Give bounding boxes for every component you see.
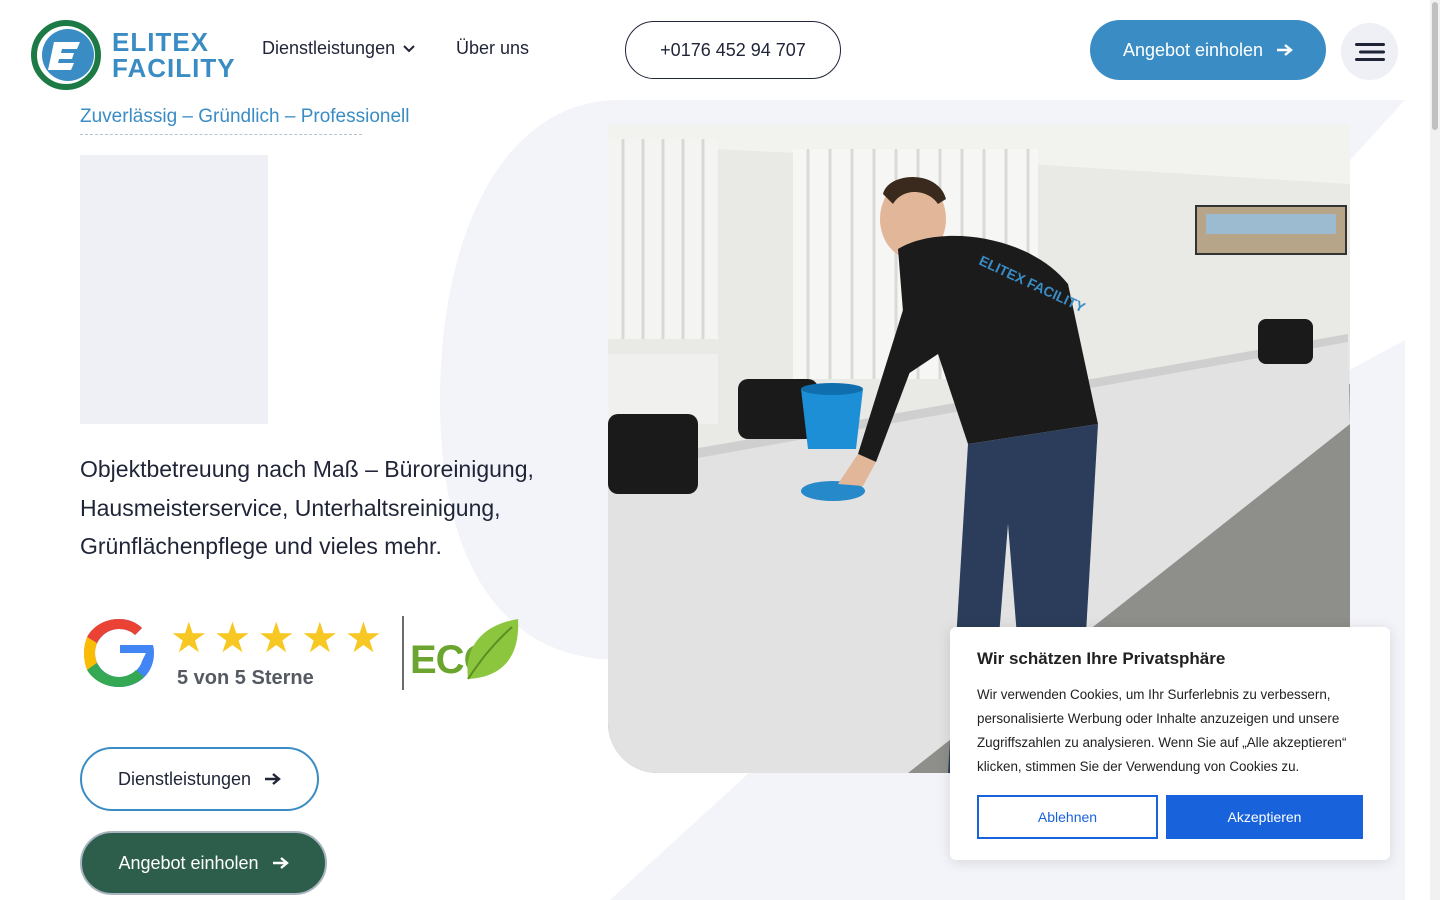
scrollbar-thumb[interactable]: [1432, 2, 1438, 130]
nav-services[interactable]: Dienstleistungen: [262, 38, 415, 59]
tagline-underline: [80, 134, 362, 135]
star-icon: ★: [300, 614, 339, 661]
header-offer-label: Angebot einholen: [1122, 39, 1264, 60]
phone-button[interactable]: +0176 452 94 707: [625, 21, 841, 79]
cookie-accept-button[interactable]: Akzeptieren: [1166, 795, 1363, 839]
arrow-right-icon: [265, 773, 281, 785]
nav-about[interactable]: Über uns: [456, 38, 529, 59]
nav-services-label: Dienstleistungen: [262, 38, 396, 58]
scrollbar-track[interactable]: [1430, 0, 1440, 900]
star-icon: ★: [344, 614, 383, 661]
rating-badges: ★ ★ ★ ★ ★ 5 von 5 Sterne ECO: [80, 612, 520, 692]
offer-button[interactable]: Angebot einholen: [80, 831, 327, 895]
hamburger-menu-button[interactable]: [1341, 23, 1398, 80]
offer-button-label: Angebot einholen: [118, 852, 259, 873]
hamburger-icon: [1354, 42, 1385, 61]
star-icon: ★: [170, 614, 208, 661]
arrow-right-icon: [1277, 44, 1293, 56]
services-button[interactable]: Dienstleistungen: [80, 747, 319, 811]
hero-image-placeholder: [80, 155, 268, 424]
arrow-right-icon: [272, 857, 289, 869]
services-button-label: Dienstleistungen: [117, 768, 252, 789]
cookie-title: Wir schätzen Ihre Privatsphäre: [977, 649, 1226, 668]
star-icon: ★: [257, 614, 295, 661]
rating-text: 5 von 5 Sterne: [177, 667, 314, 689]
logo-line-2: FACILITY: [112, 53, 236, 83]
google-logo-icon: [84, 619, 154, 687]
phone-number: +0176 452 94 707: [660, 39, 806, 60]
logo[interactable]: ELITEX FACILITY: [30, 20, 236, 90]
chevron-down-icon: [403, 44, 415, 52]
logo-mark-icon: [31, 20, 101, 90]
hero-tagline: Zuverlässig – Gründlich – Professionell: [80, 106, 410, 127]
cookie-body: Wir verwenden Cookies, um Ihr Surferlebn…: [977, 687, 1347, 774]
leaf-icon: [467, 619, 519, 680]
cookie-consent-banner: Wir schätzen Ihre Privatsphäre Wir verwe…: [950, 627, 1390, 860]
logo-text: ELITEX FACILITY: [112, 29, 236, 81]
nav-about-label: Über uns: [456, 38, 530, 58]
site-header: ELITEX FACILITY Dienstleistungen Über un…: [0, 0, 1430, 100]
badge-divider: [402, 616, 404, 690]
cookie-decline-button[interactable]: Ablehnen: [977, 795, 1158, 839]
cookie-actions: Ablehnen Akzeptieren: [977, 795, 1363, 839]
logo-line-1: ELITEX: [112, 27, 210, 57]
header-offer-button[interactable]: Angebot einholen: [1090, 20, 1326, 80]
hero-description: Objektbetreuung nach Maß – Büroreinigung…: [80, 456, 534, 559]
star-icon: ★: [213, 614, 252, 661]
star-rating: ★ ★ ★ ★ ★: [170, 616, 382, 660]
